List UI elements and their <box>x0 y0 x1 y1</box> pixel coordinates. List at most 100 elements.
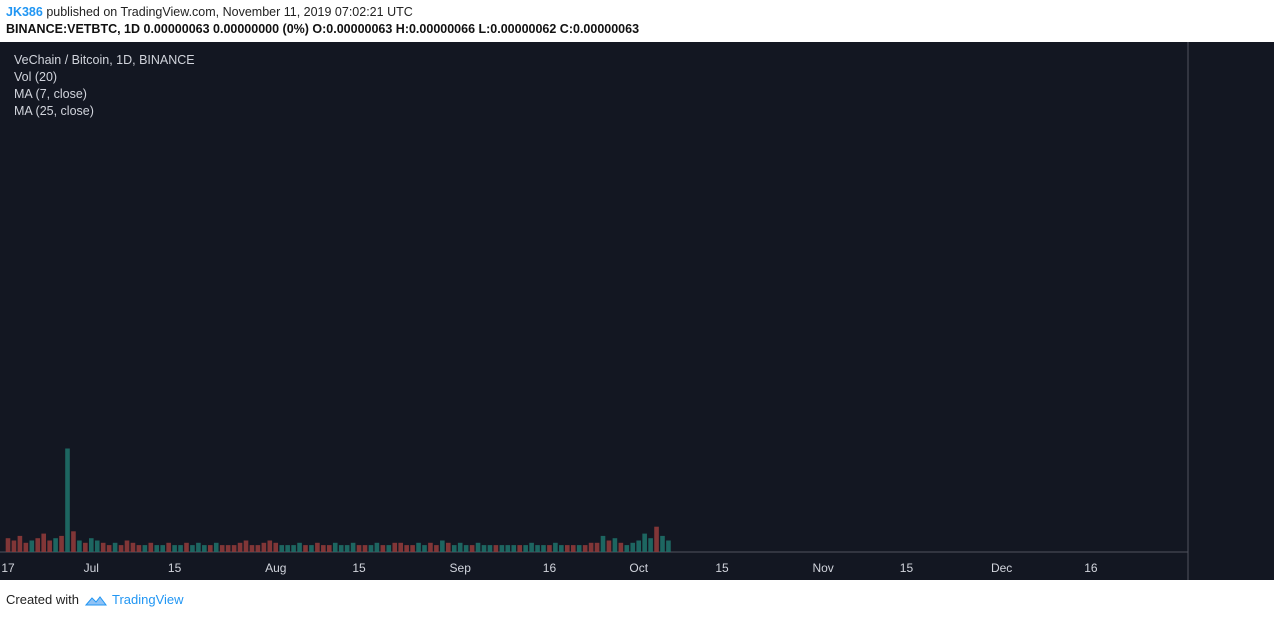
volume-bar <box>297 542 302 552</box>
volume-bar <box>267 540 273 552</box>
volume-bar <box>529 542 534 552</box>
volume-bar <box>77 540 82 552</box>
volume-bar <box>576 545 582 552</box>
time-tick-label: Oct <box>629 561 648 575</box>
time-tick-label: Nov <box>812 561 833 575</box>
volume-bar <box>213 542 219 552</box>
volume-bar <box>606 540 612 552</box>
volume-bar <box>285 545 290 552</box>
volume-bar <box>279 545 284 552</box>
volume-bar <box>463 545 469 552</box>
volume-bar <box>202 545 207 552</box>
volume-bar <box>196 542 201 552</box>
volume-bar <box>523 545 528 552</box>
volume-bar <box>380 545 386 552</box>
volume-bar <box>517 545 522 552</box>
publish-line: JK386 published on TradingView.com, Nove… <box>6 5 413 19</box>
volume-bar <box>487 545 493 552</box>
volume-bar <box>243 540 249 552</box>
legend-ma25: MA (25, close) <box>14 104 94 118</box>
volume-bar <box>124 540 130 552</box>
volume-bar <box>89 538 94 552</box>
time-tick-label: Dec <box>991 561 1012 575</box>
tradingview-logo-icon <box>84 595 107 606</box>
volume-bar <box>553 542 558 552</box>
time-tick-label: Jul <box>84 561 99 575</box>
volume-bar <box>59 535 64 552</box>
legend-vol: Vol (20) <box>14 70 57 84</box>
chart-container[interactable]: 100.00%(0.00000099)78.60%(0.00000085)61.… <box>0 42 1274 580</box>
volume-bar <box>511 545 517 552</box>
candlestick-chart[interactable]: 100.00%(0.00000099)78.60%(0.00000085)61.… <box>0 42 1274 580</box>
volume-bar <box>654 526 659 552</box>
volume-bar <box>362 545 368 552</box>
volume-bar <box>374 542 380 552</box>
volume-bar <box>588 542 594 552</box>
volume-bar <box>327 545 332 552</box>
symbol-ohlc-line: BINANCE:VETBTC, 1D 0.00000063 0.00000000… <box>6 22 640 36</box>
volume-bar <box>136 545 142 552</box>
volume-bar <box>94 540 100 552</box>
volume-bar <box>100 542 106 552</box>
volume-bar <box>309 545 314 552</box>
volume-bar <box>160 545 165 552</box>
volume-bar <box>231 545 237 552</box>
volume-bar <box>565 545 570 552</box>
volume-bar <box>559 545 564 552</box>
volume-bar <box>148 542 154 552</box>
volume-bar <box>65 448 70 552</box>
time-tick-label: 16 <box>1084 561 1098 575</box>
volume-bar <box>636 540 641 552</box>
volume-bar <box>392 542 398 552</box>
publish-header: JK386 published on TradingView.com, Nove… <box>0 0 1274 42</box>
volume-bar <box>249 545 255 552</box>
volume-bar <box>666 540 671 552</box>
volume-bar <box>624 545 630 552</box>
volume-bar <box>350 542 356 552</box>
volume-bar <box>594 542 600 552</box>
time-tick-label: 15 <box>352 561 366 575</box>
price-axis-background <box>1188 42 1274 580</box>
volume-bar <box>469 545 475 552</box>
legend-ma7: MA (7, close) <box>14 87 87 101</box>
volume-bar <box>154 545 160 552</box>
plot-background <box>0 42 1188 552</box>
volume-bar <box>166 542 171 552</box>
volume-bar <box>225 545 231 552</box>
time-tick-label: 15 <box>715 561 729 575</box>
volume-bar <box>386 545 392 552</box>
volume-bar <box>630 542 636 552</box>
volume-bar <box>481 545 487 552</box>
volume-bar <box>17 535 23 552</box>
volume-bar <box>83 542 88 552</box>
volume-bar <box>261 542 267 552</box>
volume-bar <box>428 542 433 552</box>
time-tick-label: 17 <box>1 561 15 575</box>
volume-bar <box>416 542 421 552</box>
volume-bar <box>404 545 409 552</box>
volume-bar <box>493 545 499 552</box>
volume-bar <box>255 545 261 552</box>
volume-bar <box>273 542 279 552</box>
volume-bar <box>303 545 308 552</box>
volume-bar <box>451 545 457 552</box>
volume-bar <box>190 545 195 552</box>
volume-bar <box>475 542 481 552</box>
volume-bar <box>11 540 17 552</box>
volume-bar <box>505 545 511 552</box>
volume-bar <box>344 545 350 552</box>
tradingview-brand-link[interactable]: TradingView <box>112 592 184 607</box>
volume-bar <box>112 542 118 552</box>
volume-bar <box>600 535 606 552</box>
volume-bar <box>570 545 576 552</box>
time-tick-label: 15 <box>168 561 182 575</box>
volume-bar <box>291 545 296 552</box>
volume-bar <box>237 542 243 552</box>
author-link[interactable]: JK386 <box>6 5 43 19</box>
volume-bar <box>315 542 320 552</box>
created-with-label: Created with <box>6 592 79 607</box>
volume-bar <box>130 542 136 552</box>
volume-bar <box>41 533 46 552</box>
volume-bar <box>440 540 445 552</box>
volume-bar <box>142 545 148 552</box>
